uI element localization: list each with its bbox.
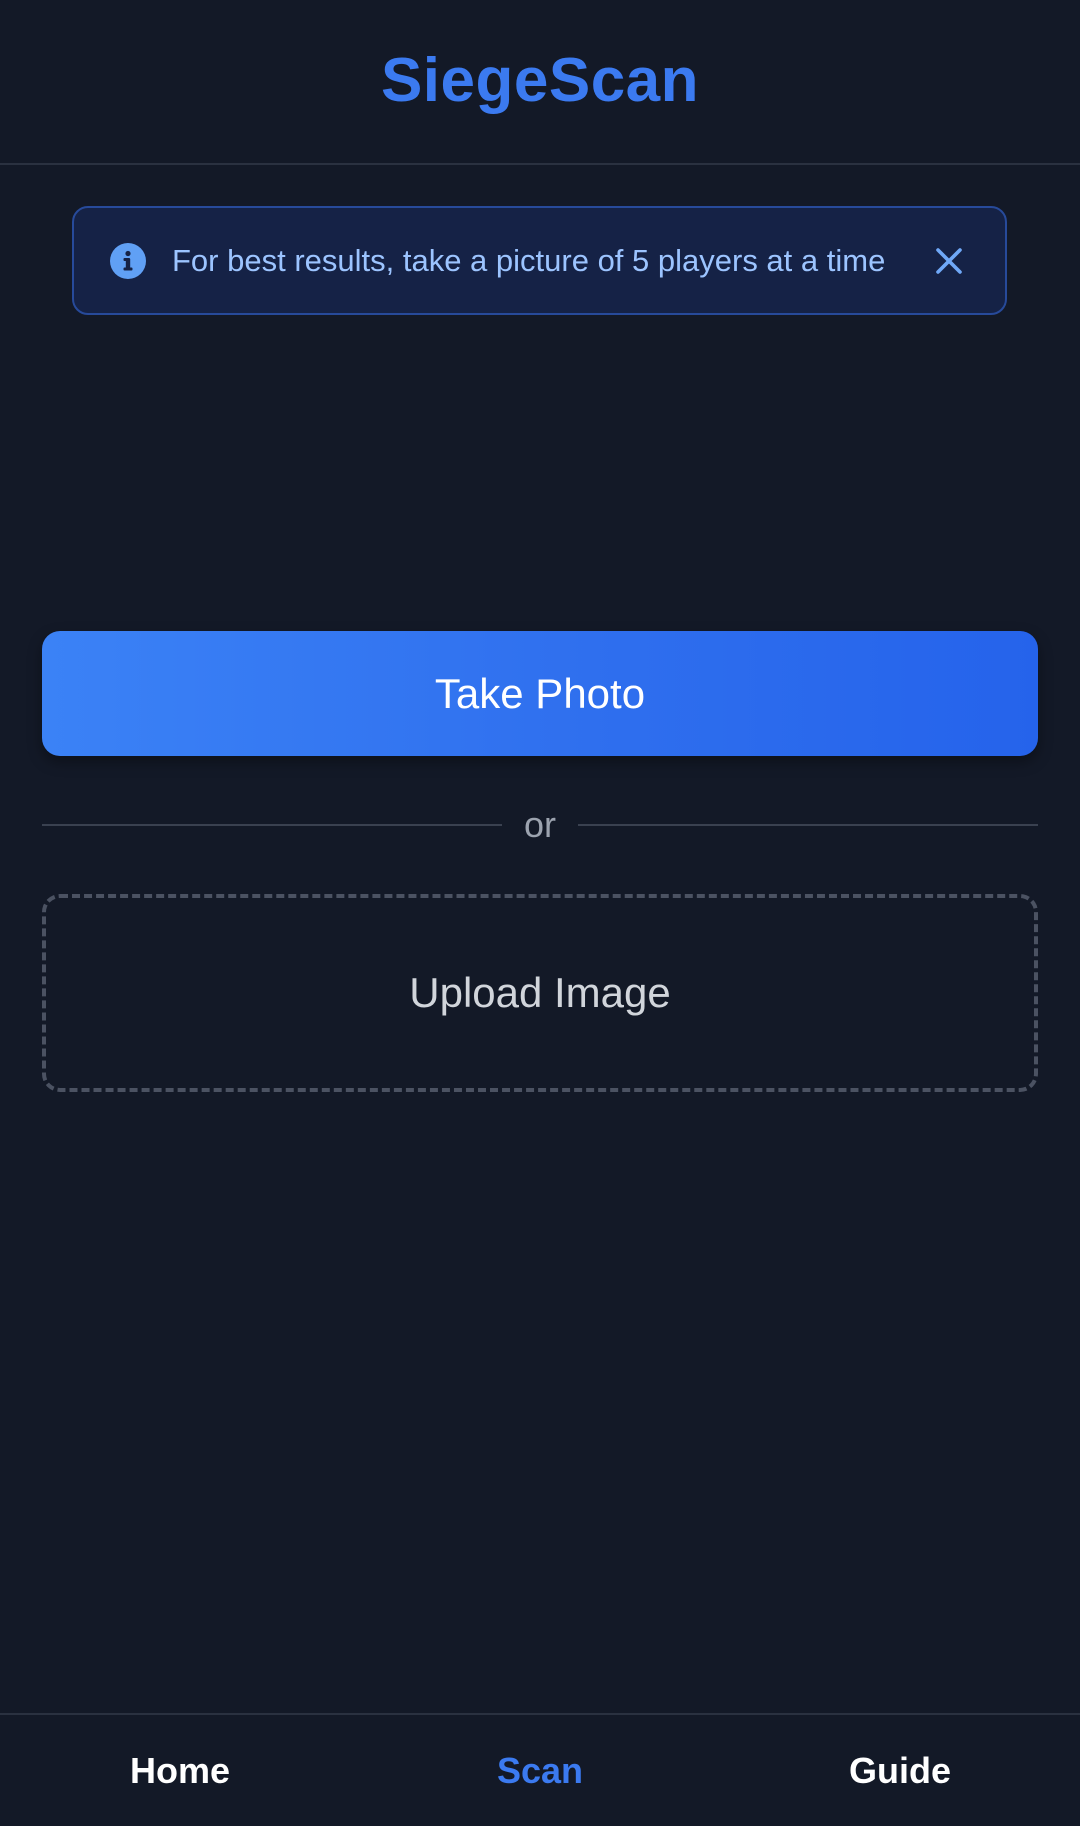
divider-line-left [42,824,502,826]
divider-text: or [524,804,557,845]
app-title: SiegeScan [380,46,700,115]
close-icon[interactable] [929,241,969,281]
info-banner-text: For best results, take a picture of 5 pl… [172,242,886,278]
upload-image-button[interactable]: Upload Image [42,894,1038,1092]
divider-line-right [578,824,1039,826]
app-header: SiegeScan [0,0,1080,165]
info-icon [110,242,146,279]
app-screen: SiegeScan For best results, take a pictu… [0,0,1080,1826]
nav-item-scan[interactable]: Scan [360,1750,720,1792]
nav-item-home[interactable]: Home [0,1750,360,1792]
info-banner: For best results, take a picture of 5 pl… [72,206,1007,315]
nav-item-guide[interactable]: Guide [720,1750,1080,1792]
take-photo-button[interactable]: Take Photo [42,631,1038,756]
or-divider: or [42,800,1039,850]
bottom-nav: Home Scan Guide [0,1713,1080,1826]
